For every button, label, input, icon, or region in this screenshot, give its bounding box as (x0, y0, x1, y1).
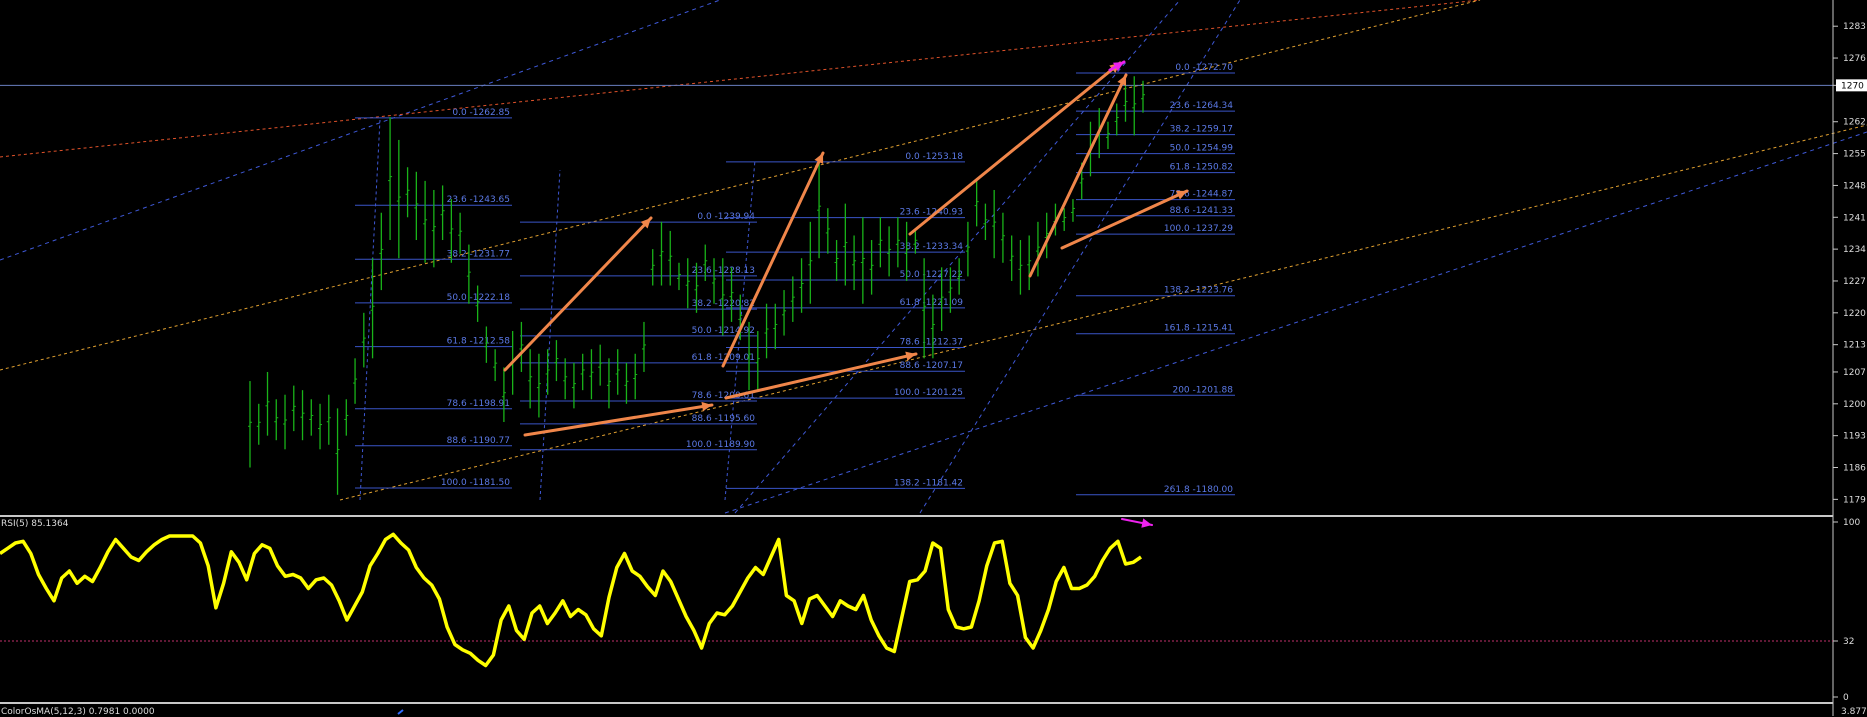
fib-level-label: 100.0 -1201.25 (894, 388, 963, 398)
fib-level-label: 50.0 -1227.22 (900, 270, 963, 280)
price-tick-label: 1234 (1843, 245, 1866, 255)
price-tick-label: 1227 (1843, 277, 1866, 287)
fib-level-label: 100.0 -1189.90 (686, 440, 755, 450)
osma-tick-label: 3.877 (1841, 707, 1867, 716)
price-tick-label: 1248 (1843, 181, 1866, 191)
fib-level-label: 61.8 -1250.82 (1170, 163, 1233, 173)
fib-level-label: 38.2 -1231.77 (447, 249, 510, 259)
fib-level-label: 200 -1201.88 (1172, 385, 1233, 395)
price-tick-label: 1262 (1843, 118, 1866, 128)
fib-level-label: 138.2 -1223.76 (1164, 286, 1233, 296)
fib-level-label: 161.8 -1215.41 (1164, 324, 1233, 334)
fib-level-label: 88.6 -1190.77 (447, 436, 510, 446)
fib-level-label: 38.2 -1259.17 (1170, 125, 1233, 135)
fib-level-label: 78.6 -1212.37 (900, 338, 963, 348)
price-tick-label: 1179 (1843, 495, 1866, 505)
price-tick-label: 1241 (1843, 213, 1866, 223)
fib-level-label: 0.0 -1272.70 (1175, 63, 1233, 73)
chart: 0.0 -1262.85 23.6 -1243.65 38.2 -1231.77 50… (0, 0, 1867, 716)
fib-level-label: 78.6 -1198.91 (447, 399, 510, 409)
fib-level-label: 38.2 -1233.34 (900, 242, 964, 252)
fib-level-label: 23.6 -1264.34 (1170, 101, 1234, 111)
price-tick-label: 1220 (1843, 309, 1866, 319)
fib-level-label: 61.8 -1221.09 (900, 298, 964, 308)
price-tick-label: 1207 (1843, 368, 1866, 378)
fib-level-label: 61.8 -1209.01 (692, 353, 755, 363)
fib-level-label: 88.6 -1241.33 (1170, 206, 1233, 216)
price-tick-label: 1186 (1843, 464, 1866, 474)
fib-level-label: 61.8 -1212.58 (447, 337, 511, 347)
fib-level-label: 100.0 -1181.50 (441, 478, 510, 488)
fib-level-label: 23.6 -1243.65 (447, 195, 510, 205)
current-price-label: 1270 (1841, 81, 1864, 91)
price-tick-label: 1193 (1843, 432, 1866, 442)
fib-level-label: 88.6 -1207.17 (900, 361, 963, 371)
rsi-tick-label: 32 (1843, 637, 1854, 647)
rsi-tick-label: 0 (1843, 693, 1849, 703)
price-tick-label: 1200 (1843, 400, 1866, 410)
fib-level-label: 0.0 -1253.18 (905, 152, 963, 162)
price-tick-label: 1213 (1843, 341, 1866, 351)
rsi-tick-label: 100 (1843, 518, 1860, 528)
price-tick-label: 1276 (1843, 54, 1866, 64)
price-tick-label: 1255 (1843, 150, 1866, 160)
rsi-title: RSI(5) 85.1364 (1, 519, 69, 529)
price-tick-label: 1283 (1843, 22, 1866, 32)
fib-level-label: 138.2 -1181.42 (894, 478, 963, 488)
fib-level-label: 88.6 -1195.60 (692, 414, 756, 424)
fib-level-label: 261.8 -1180.00 (1164, 485, 1233, 495)
fib-level-label: 100.0 -1237.29 (1164, 224, 1233, 234)
fib-level-label: 50.0 -1254.99 (1170, 144, 1234, 154)
fib-level-label: 0.0 -1262.85 (452, 108, 510, 118)
